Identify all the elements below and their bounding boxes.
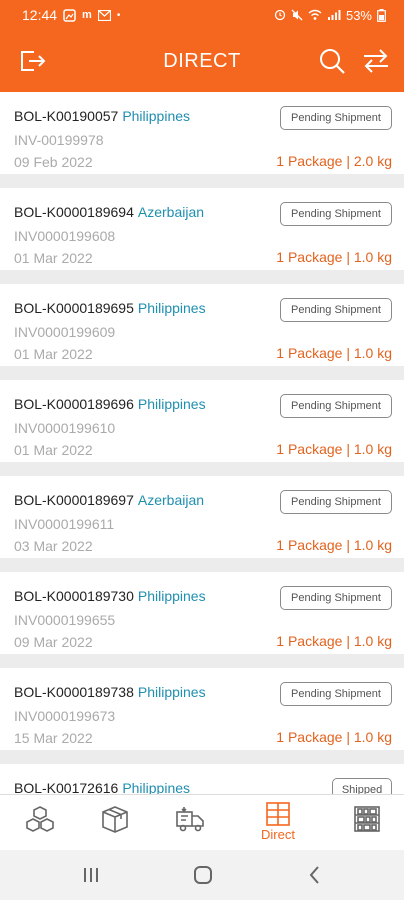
status-badge: Shipped — [332, 778, 392, 794]
status-time: 12:44 — [22, 7, 58, 23]
signal-icon — [327, 10, 341, 20]
search-icon[interactable] — [316, 45, 348, 77]
package-summary: 1 Package | 1.0 kg — [276, 537, 392, 553]
invoice-number: INV0000199608 — [14, 228, 116, 244]
bol-number: BOL-K0000189695 — [14, 300, 134, 316]
shipment-date: 09 Feb 2022 — [14, 154, 93, 170]
shipment-card[interactable]: BOL-K0000189730 Philippines INV0000199655… — [0, 572, 404, 654]
status-badge: Pending Shipment — [280, 490, 392, 514]
bol-number: BOL-K0000189694 — [14, 204, 134, 220]
app-bar: DIRECT — [0, 30, 404, 92]
invoice-number: INV0000199673 — [14, 708, 116, 724]
shipment-card[interactable]: BOL-K0000189695 Philippines INV0000199609… — [0, 284, 404, 366]
destination-country: Philippines — [137, 300, 206, 316]
package-icon — [102, 806, 128, 833]
invoice-number: INV0000199655 — [14, 612, 116, 628]
shipment-card[interactable]: BOL-K0000189738 Philippines INV0000199673… — [0, 668, 404, 750]
invoice-number: INV-00199978 — [14, 132, 104, 148]
nav-item-direct[interactable]: Direct — [238, 795, 318, 851]
invoice-number: INV0000199609 — [14, 324, 116, 340]
package-summary: 1 Package | 1.0 kg — [276, 345, 392, 361]
shipment-date: 09 Mar 2022 — [14, 634, 93, 650]
status-badge: Pending Shipment — [280, 394, 392, 418]
back-icon[interactable] — [302, 862, 328, 888]
status-badge: Pending Shipment — [280, 106, 392, 130]
shipment-date: 15 Mar 2022 — [14, 730, 93, 746]
bottom-nav: Direct — [0, 794, 404, 851]
status-badge: Pending Shipment — [280, 298, 392, 322]
battery-icon — [377, 8, 386, 22]
destination-country: Azerbaijan — [137, 204, 205, 220]
bol-number: BOL-K0000189730 — [14, 588, 134, 604]
nav-label-direct: Direct — [261, 827, 295, 842]
shipment-card[interactable]: BOL-K0000189694 Azerbaijan INV0000199608 … — [0, 188, 404, 270]
mute-icon — [291, 9, 303, 21]
swap-icon[interactable] — [360, 45, 392, 77]
shipment-card[interactable]: BOL-K0000189696 Philippines INV0000199610… — [0, 380, 404, 462]
shipment-card[interactable]: BOL-K00190057 Philippines INV-00199978 09… — [0, 92, 404, 174]
status-badge: Pending Shipment — [280, 586, 392, 610]
app-notification-icon: m — [82, 9, 92, 21]
bol-number: BOL-K0000189738 — [14, 684, 134, 700]
bol-number: BOL-K00190057 — [14, 108, 119, 124]
bol-number: BOL-K0000189696 — [14, 396, 134, 412]
destination-country: Philippines — [137, 588, 206, 604]
package-summary: 1 Package | 1.0 kg — [276, 441, 392, 457]
invoice-number: INV0000199610 — [14, 420, 116, 436]
dot-icon: • — [116, 9, 121, 21]
package-summary: 1 Package | 1.0 kg — [276, 249, 392, 265]
delivery-truck-icon — [176, 807, 204, 832]
bol-number: BOL-K0000189697 — [14, 492, 134, 508]
nav-item-package[interactable] — [75, 795, 155, 851]
nav-item-shelves[interactable] — [327, 795, 404, 851]
shipment-date: 01 Mar 2022 — [14, 442, 93, 458]
battery-percent: 53% — [345, 7, 372, 23]
shelves-icon — [354, 806, 380, 832]
destination-country: Azerbaijan — [137, 492, 205, 508]
shipment-card[interactable]: BOL-K00172616 Philippines Shipped — [0, 764, 404, 794]
home-icon[interactable] — [190, 862, 216, 888]
alarm-icon — [274, 9, 286, 21]
status-bar: 12:44 m • 53% — [0, 0, 404, 30]
invoice-number: INV0000199611 — [14, 516, 115, 532]
mail-icon — [97, 9, 111, 21]
status-badge: Pending Shipment — [280, 682, 392, 706]
shipment-date: 01 Mar 2022 — [14, 250, 93, 266]
bol-number: BOL-K00172616 — [14, 780, 119, 794]
destination-country: Philippines — [122, 108, 191, 124]
shipment-date: 01 Mar 2022 — [14, 346, 93, 362]
boxes-icon — [26, 806, 54, 832]
recent-apps-icon[interactable] — [78, 862, 104, 888]
shipment-list: BOL-K00190057 Philippines INV-00199978 09… — [0, 92, 404, 794]
destination-country: Philippines — [137, 396, 206, 412]
shipment-card[interactable]: BOL-K0000189697 Azerbaijan INV0000199611 … — [0, 476, 404, 558]
package-summary: 1 Package | 2.0 kg — [276, 153, 392, 169]
status-badge: Pending Shipment — [280, 202, 392, 226]
image-icon — [63, 8, 76, 22]
shipment-date: 03 Mar 2022 — [14, 538, 93, 554]
destination-country: Philippines — [137, 684, 206, 700]
system-nav-bar — [0, 850, 404, 900]
wifi-icon — [308, 9, 322, 20]
package-summary: 1 Package | 1.0 kg — [276, 729, 392, 745]
package-summary: 1 Package | 1.0 kg — [276, 633, 392, 649]
nav-item-delivery[interactable] — [150, 795, 230, 851]
destination-country: Philippines — [122, 780, 191, 794]
nav-item-boxes[interactable] — [0, 795, 80, 851]
